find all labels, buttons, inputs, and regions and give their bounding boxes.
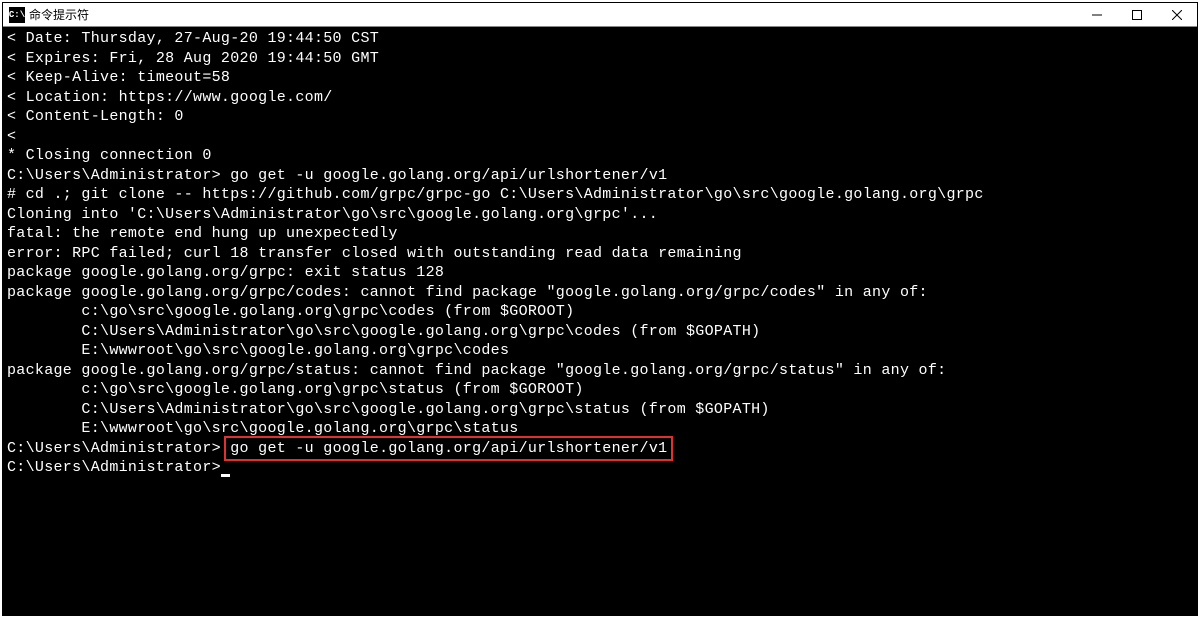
output-line: package google.golang.org/grpc/status: c… — [7, 361, 1193, 381]
window-controls — [1077, 3, 1197, 26]
output-line: E:\wwwroot\go\src\google.golang.org\grpc… — [7, 341, 1193, 361]
prompt-line: C:\Users\Administrator> go get -u google… — [7, 439, 1193, 459]
window-title: 命令提示符 — [29, 6, 1077, 23]
output-line: Cloning into 'C:\Users\Administrator\go\… — [7, 205, 1193, 225]
command-text: go get -u google.golang.org/api/urlshort… — [230, 167, 667, 184]
highlighted-command: go get -u google.golang.org/api/urlshort… — [224, 436, 673, 462]
output-line: < Content-Length: 0 — [7, 107, 1193, 127]
output-line: # cd .; git clone -- https://github.com/… — [7, 185, 1193, 205]
output-line: < Expires: Fri, 28 Aug 2020 19:44:50 GMT — [7, 49, 1193, 69]
titlebar[interactable]: C:\ 命令提示符 — [3, 3, 1197, 27]
output-line: * Closing connection 0 — [7, 146, 1193, 166]
output-line: < — [7, 127, 1193, 147]
output-line: < Location: https://www.google.com/ — [7, 88, 1193, 108]
prompt-line: C:\Users\Administrator> go get -u google… — [7, 166, 1193, 186]
prompt: C:\Users\Administrator> — [7, 440, 230, 457]
command-prompt-window: C:\ 命令提示符 < Date: Thursday, 27-Aug-20 19… — [2, 2, 1198, 616]
prompt: C:\Users\Administrator> — [7, 167, 230, 184]
output-line: package google.golang.org/grpc: exit sta… — [7, 263, 1193, 283]
output-line: package google.golang.org/grpc/codes: ca… — [7, 283, 1193, 303]
output-line: C:\Users\Administrator\go\src\google.gol… — [7, 322, 1193, 342]
output-line: c:\go\src\google.golang.org\grpc\status … — [7, 380, 1193, 400]
close-button[interactable] — [1157, 3, 1197, 26]
cmd-icon: C:\ — [9, 7, 25, 23]
output-line: error: RPC failed; curl 18 transfer clos… — [7, 244, 1193, 264]
output-line: C:\Users\Administrator\go\src\google.gol… — [7, 400, 1193, 420]
cursor — [221, 474, 230, 477]
output-line: fatal: the remote end hung up unexpected… — [7, 224, 1193, 244]
output-line: < Date: Thursday, 27-Aug-20 19:44:50 CST — [7, 29, 1193, 49]
prompt: C:\Users\Administrator> — [7, 459, 221, 476]
maximize-button[interactable] — [1117, 3, 1157, 26]
terminal-output[interactable]: < Date: Thursday, 27-Aug-20 19:44:50 CST… — [3, 27, 1197, 615]
minimize-button[interactable] — [1077, 3, 1117, 26]
output-line: c:\go\src\google.golang.org\grpc\codes (… — [7, 302, 1193, 322]
output-line: < Keep-Alive: timeout=58 — [7, 68, 1193, 88]
